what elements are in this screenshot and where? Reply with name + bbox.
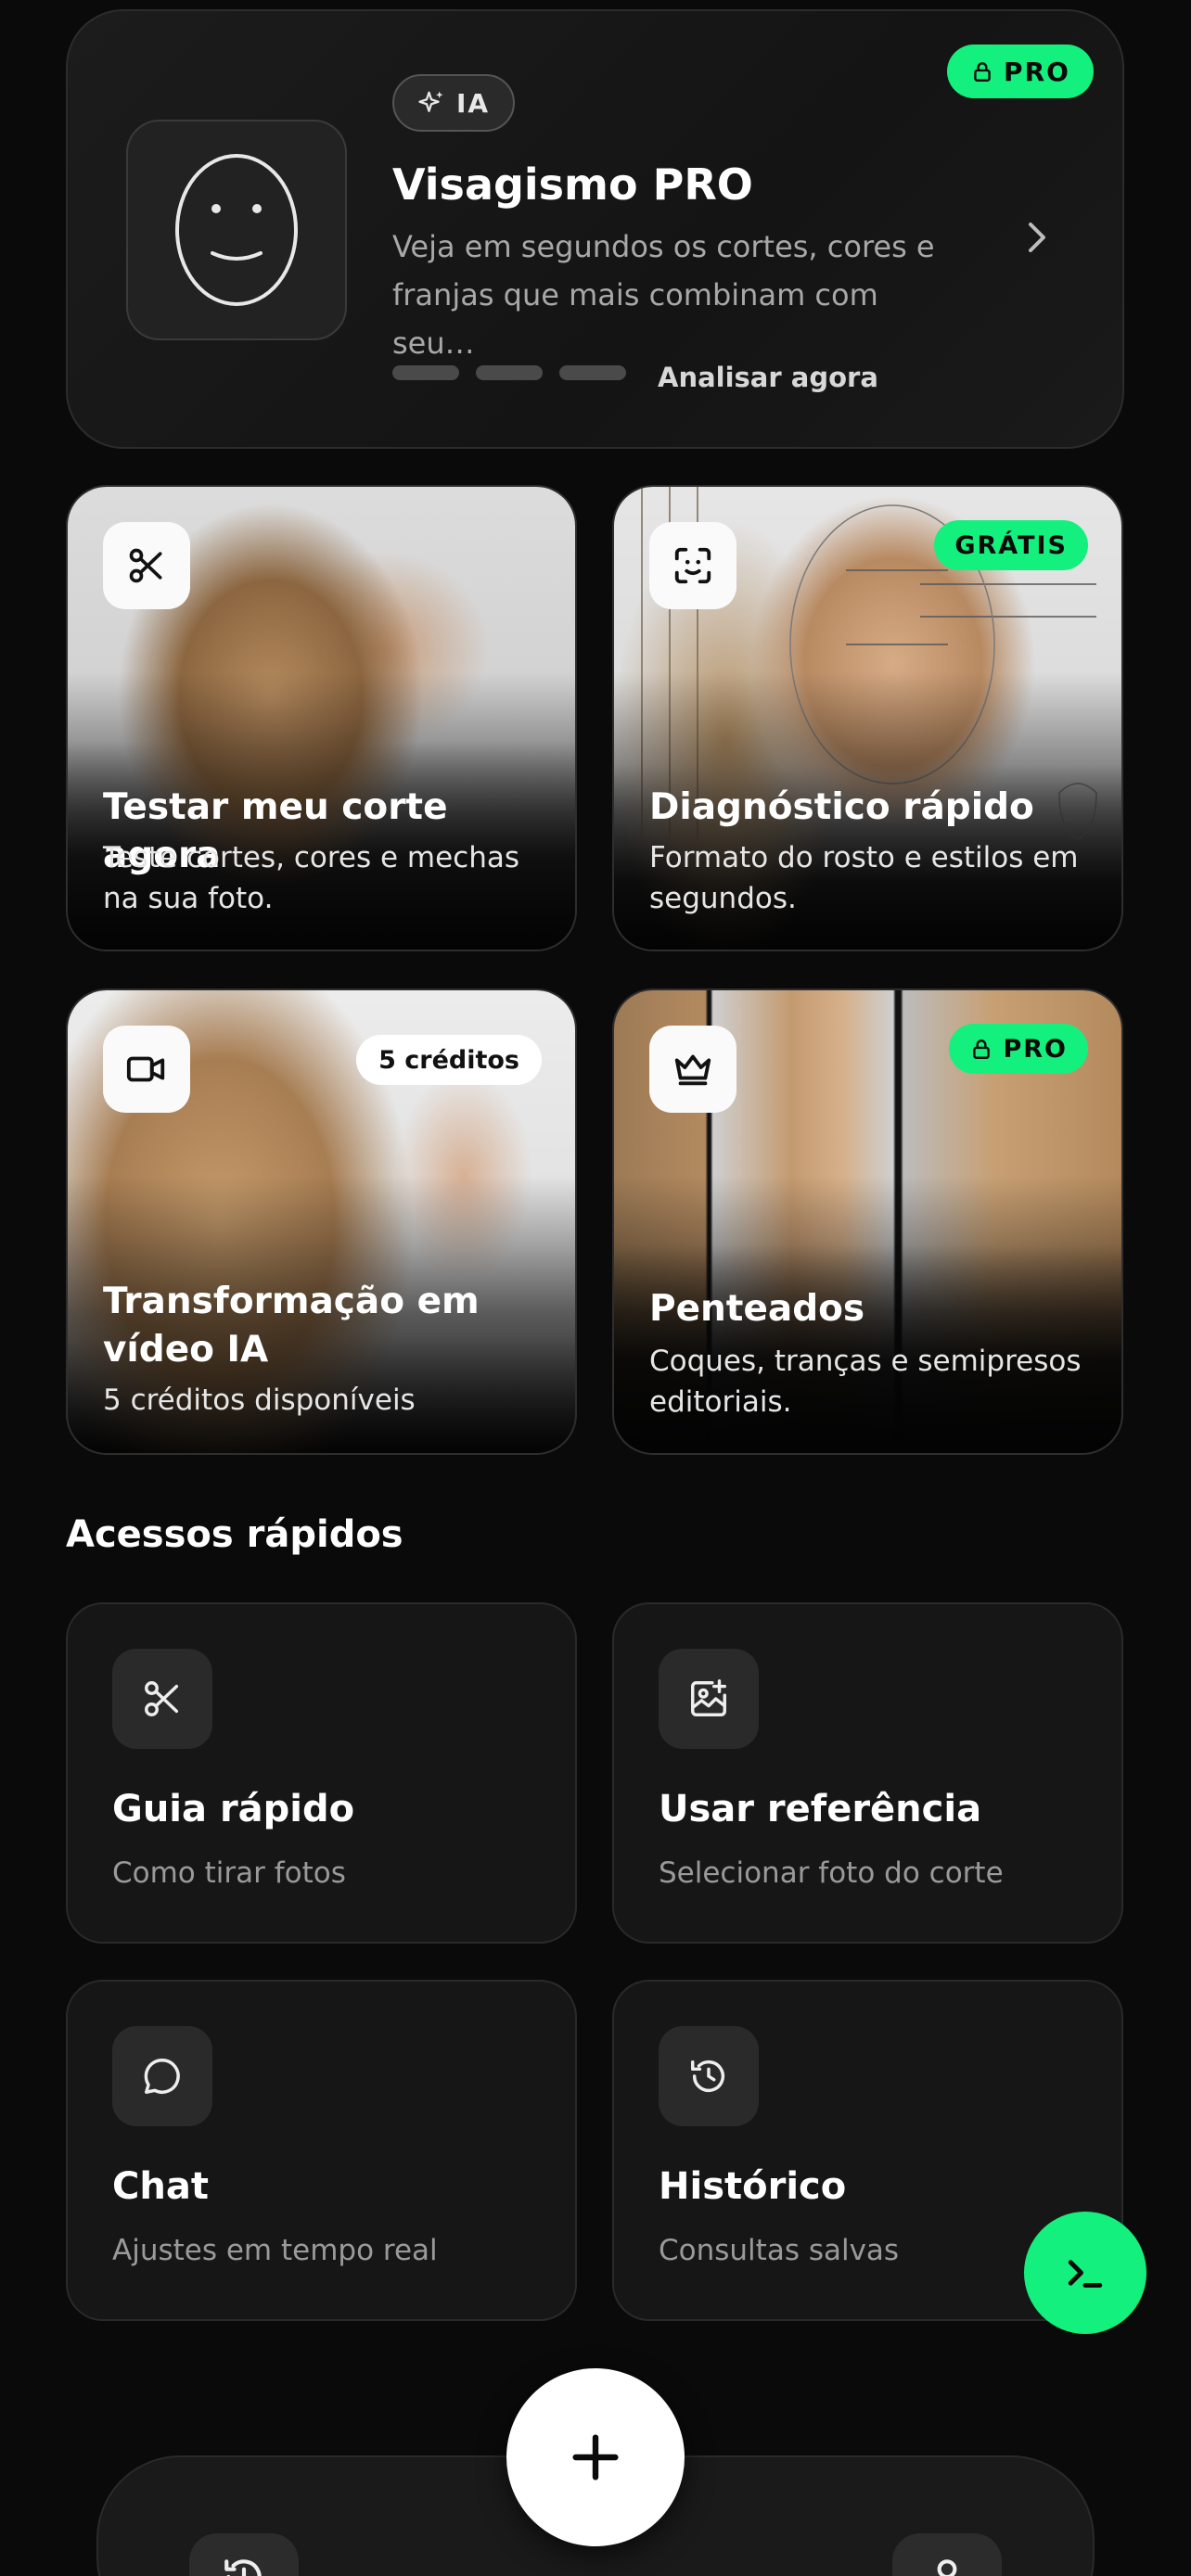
lock-icon <box>974 62 991 82</box>
face-scan-icon <box>674 547 711 584</box>
face-icon-tile <box>126 120 347 340</box>
feature-description: Teste cortes, cores e mechas na sua foto… <box>103 841 520 915</box>
step-dot <box>476 365 543 380</box>
add-button[interactable] <box>506 2368 685 2546</box>
scissors-icon <box>129 548 162 583</box>
quick-card-description: Como tirar fotos <box>112 1856 346 1890</box>
crown-icon-tile <box>649 1026 736 1113</box>
feature-title: Penteados <box>649 1288 865 1330</box>
analyze-now-link[interactable]: Analisar agora <box>658 362 878 393</box>
chat-bubble-icon <box>144 2059 180 2094</box>
ia-label: IA <box>455 87 491 119</box>
scissors-icon <box>145 1681 179 1716</box>
video-icon-tile <box>103 1026 190 1113</box>
quick-card-title: Usar referência <box>659 1788 982 1830</box>
feature-description: 5 créditos disponíveis <box>103 1384 416 1417</box>
scissors-icon-tile <box>112 1649 212 1749</box>
ia-chip: IA <box>392 74 515 132</box>
pro-badge: PRO <box>947 45 1094 98</box>
chat-bubble-icon-tile <box>112 2026 212 2126</box>
video-icon <box>126 1056 165 1082</box>
history-icon-tile <box>659 2026 759 2126</box>
history-icon <box>224 2559 262 2576</box>
feature-title: Transformação em vídeo IA <box>103 1281 480 1371</box>
image-plus-icon <box>691 1679 726 1716</box>
quick-card-title: Guia rápido <box>112 1788 355 1830</box>
nav-profile-button[interactable] <box>892 2533 1002 2576</box>
face-scan-icon-tile <box>649 522 736 609</box>
chevron-right-icon[interactable] <box>1023 217 1051 258</box>
feature-card-quick-diagnosis[interactable]: GRÁTIS Diagnóstico rápido Formato do ros… <box>612 485 1123 951</box>
credits-badge: 5 créditos <box>356 1035 542 1085</box>
feature-title: Diagnóstico rápido <box>649 786 1034 828</box>
step-dot <box>392 365 459 380</box>
quick-card-title: Histórico <box>659 2165 847 2208</box>
step-indicator <box>392 365 626 380</box>
home-screen: IA PRO Visagismo PRO Veja em segundos os… <box>0 0 1191 2576</box>
feature-card-test-cut[interactable]: Testar meu corte agora Teste cortes, cor… <box>66 485 577 951</box>
plus-icon <box>572 2434 619 2480</box>
visagismo-pro-card[interactable]: IA PRO Visagismo PRO Veja em segundos os… <box>66 9 1124 449</box>
hero-description: Veja em segundos os cortes, cores e fran… <box>392 229 935 361</box>
quick-card-title: Chat <box>112 2165 209 2208</box>
quick-access-title: Acessos rápidos <box>66 1513 403 1556</box>
user-icon <box>937 2559 957 2576</box>
quick-card-guide[interactable]: Guia rápido Como tirar fotos <box>66 1602 577 1944</box>
hero-title: Visagismo PRO <box>392 159 753 210</box>
step-dot <box>559 365 626 380</box>
pro-badge: PRO <box>949 1024 1088 1074</box>
terminal-prompt-icon <box>1068 2260 1103 2288</box>
free-badge: GRÁTIS <box>934 520 1088 570</box>
quick-card-description: Ajustes em tempo real <box>112 2234 438 2267</box>
history-icon <box>691 2060 725 2093</box>
scissors-icon-tile <box>103 522 190 609</box>
quick-card-description: Selecionar foto do corte <box>659 1856 1004 1890</box>
image-plus-icon-tile <box>659 1649 759 1749</box>
pro-label: PRO <box>1004 56 1070 87</box>
quick-card-description: Consultas salvas <box>659 2234 900 2267</box>
feature-card-hairstyles[interactable]: PRO Penteados Coques, tranças e semipres… <box>612 988 1123 1455</box>
terminal-fab-button[interactable] <box>1024 2212 1146 2334</box>
feature-card-video-transform[interactable]: 5 créditos Transformação em vídeo IA 5 c… <box>66 988 577 1455</box>
crown-icon <box>674 1054 711 1086</box>
sparkle-icon <box>418 91 443 112</box>
face-icon <box>175 154 298 306</box>
feature-description: Coques, tranças e semipresos editoriais. <box>649 1345 1082 1419</box>
pro-label: PRO <box>1003 1034 1068 1064</box>
quick-card-chat[interactable]: Chat Ajustes em tempo real <box>66 1980 577 2321</box>
nav-history-button[interactable] <box>189 2533 299 2576</box>
lock-icon <box>973 1039 991 1059</box>
quick-card-reference[interactable]: Usar referência Selecionar foto do corte <box>612 1602 1123 1944</box>
feature-description: Formato do rosto e estilos em segundos. <box>649 841 1079 915</box>
